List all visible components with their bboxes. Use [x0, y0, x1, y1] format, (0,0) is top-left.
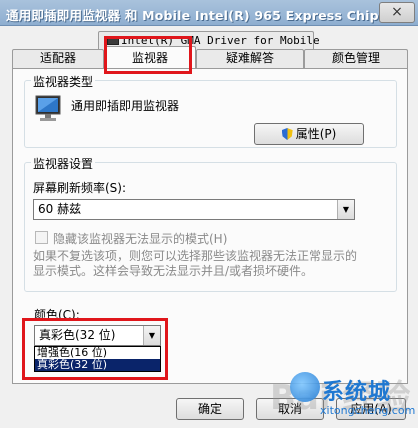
monitor-settings-legend: 监视器设置 — [31, 155, 96, 172]
annotation-box-colors — [22, 318, 168, 380]
help-text-line1: 如果不复选该项，则您可以选择那些该监视器无法正常显示的 — [33, 249, 358, 263]
window-title: 通用即插即用监视器 和 Mobile Intel(R) 965 Express … — [6, 8, 394, 23]
xitongcheng-url: xitongcheng.com — [320, 404, 416, 417]
tab-adapter[interactable]: 适配器 — [12, 49, 104, 68]
close-button[interactable]: × — [379, 2, 415, 23]
xitongcheng-logo-icon — [290, 372, 320, 402]
hide-modes-checkbox[interactable] — [35, 231, 48, 244]
monitor-type-legend: 监视器类型 — [31, 73, 96, 90]
properties-button[interactable]: 属性(P) — [254, 123, 364, 145]
tab-label: 颜色管理 — [331, 51, 380, 65]
refresh-rate-label: 屏幕刷新频率(S): — [33, 181, 127, 195]
ok-button-label: 确定 — [197, 402, 222, 416]
monitor-icon — [35, 95, 61, 121]
hide-modes-label: 隐藏该监视器无法显示的模式(H) — [53, 232, 228, 246]
ok-button[interactable]: 确定 — [176, 398, 244, 420]
help-text-line2: 显示模式。这样会导致无法显示并且/或者损坏硬件。 — [33, 264, 314, 278]
monitor-type-group: 监视器类型 通用即插即用监视器 属性(P) — [24, 73, 397, 148]
title-bar: 通用即插即用监视器 和 Mobile Intel(R) 965 Express … — [0, 0, 418, 26]
annotation-box-monitor-tab — [104, 36, 192, 74]
xitongcheng-brand: 系统城 — [322, 380, 392, 405]
tab-troubleshoot[interactable]: 疑难解答 — [196, 49, 304, 68]
refresh-rate-select[interactable]: 60 赫兹 ▼ — [33, 199, 355, 220]
monitor-settings-group: 监视器设置 屏幕刷新频率(S): 60 赫兹 ▼ 隐藏该监视器无法显示的模式(H… — [24, 155, 397, 292]
uac-shield-icon — [281, 128, 293, 140]
tab-label: 适配器 — [39, 51, 76, 65]
tab-label: 疑难解答 — [225, 51, 274, 65]
monitor-name: 通用即插即用监视器 — [71, 99, 180, 113]
refresh-rate-value: 60 赫兹 — [38, 202, 82, 216]
tab-color-management[interactable]: 颜色管理 — [304, 49, 408, 68]
properties-button-label: 属性(P) — [295, 127, 337, 141]
chevron-down-icon: ▼ — [337, 200, 354, 219]
